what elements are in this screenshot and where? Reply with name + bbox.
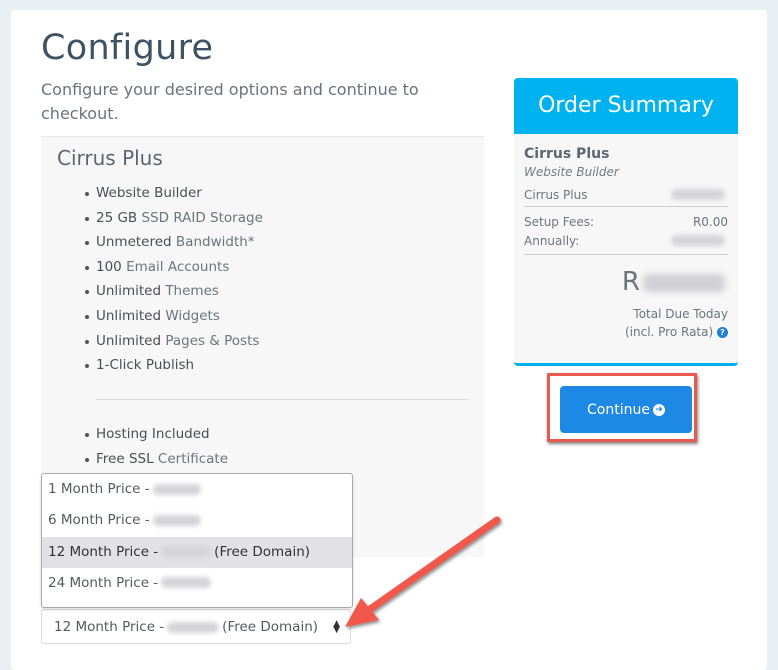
redacted-price (643, 273, 725, 292)
billing-cycle-select[interactable]: 12 Month Price - (Free Domain) ▲ ▼ (41, 609, 351, 644)
arrow-circle-right-icon: ➜ (652, 403, 665, 416)
feature-item: Free SSL Certificate (83, 447, 228, 472)
annotation-arrow-icon (345, 516, 501, 627)
feature-item: Unlimited Themes (83, 279, 263, 304)
question-circle-icon[interactable]: ? (717, 327, 728, 338)
order-summary-title: Order Summary (514, 78, 738, 134)
redacted-price (167, 621, 220, 633)
summary-divider (524, 254, 728, 255)
order-summary-panel: Order Summary Cirrus Plus Website Builde… (514, 78, 738, 366)
redacted-price (161, 577, 212, 589)
billing-option-12-month[interactable]: 12 Month Price - (Free Domain) (42, 536, 352, 568)
page-title: Configure (41, 28, 214, 68)
redacted-price (152, 514, 201, 526)
feature-item: Hosting Included (83, 422, 228, 447)
billing-option-24-month[interactable]: 24 Month Price - (42, 568, 352, 599)
feature-item: Unlimited Pages & Posts (83, 329, 263, 354)
summary-divider (524, 206, 728, 207)
billing-cycle-dropdown-list[interactable]: 1 Month Price - 6 Month Price - 12 Month… (41, 473, 353, 608)
feature-item: Unmetered Bandwidth* (83, 230, 263, 255)
summary-line-item: Cirrus Plus (524, 185, 728, 204)
feature-item: Website Builder (83, 181, 263, 206)
summary-setup-fees: Setup Fees: R0.00 (524, 214, 728, 229)
continue-button[interactable]: Continue ➜ (560, 386, 692, 433)
redacted-price (671, 235, 725, 246)
feature-item: 1-Click Publish (83, 353, 263, 378)
extras-list: Hosting Included Free SSL Certificate (83, 422, 228, 471)
redacted-price (161, 546, 212, 558)
product-name: Cirrus Plus (57, 146, 163, 170)
billing-option-6-month[interactable]: 6 Month Price - (42, 505, 352, 536)
feature-item: 100 Email Accounts (83, 255, 263, 280)
summary-annually: Annually: (524, 231, 728, 250)
feature-divider (96, 399, 469, 400)
total-due-amount: R (524, 267, 728, 301)
summary-product-group: Website Builder (524, 165, 619, 179)
redacted-price (152, 483, 201, 495)
redacted-price (671, 189, 725, 200)
feature-list: Website Builder 25 GB SSD RAID Storage U… (83, 181, 263, 378)
total-due-label: Total Due Today (incl. Pro Rata) ? (624, 307, 728, 339)
summary-product-name: Cirrus Plus (524, 146, 610, 162)
feature-item: Unlimited Widgets (83, 304, 263, 329)
page-subtitle: Configure your desired options and conti… (41, 80, 419, 123)
feature-item: 25 GB SSD RAID Storage (83, 206, 263, 231)
billing-option-1-month[interactable]: 1 Month Price - (42, 474, 352, 505)
